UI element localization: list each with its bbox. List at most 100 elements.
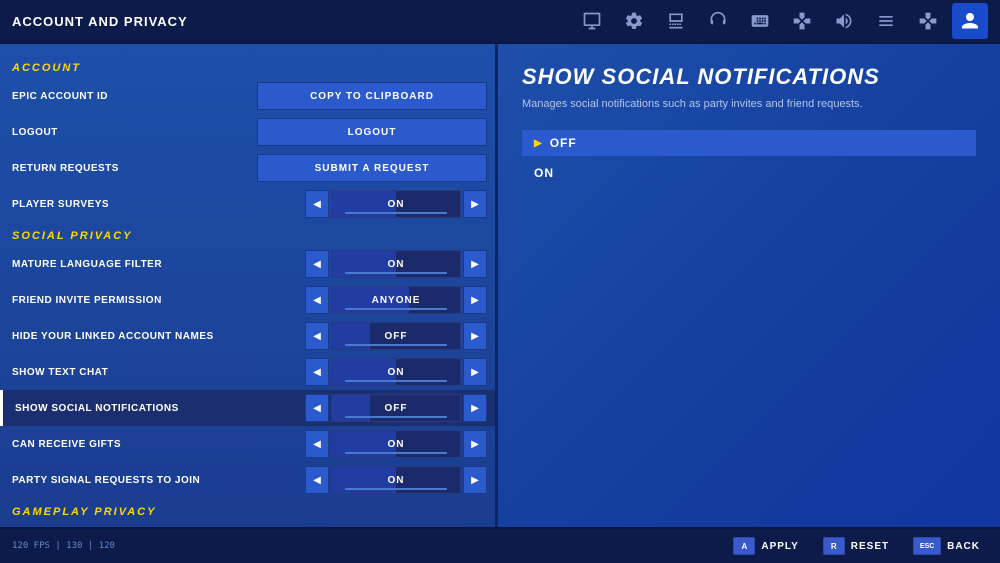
nav-icons: [574, 3, 988, 39]
headset-icon[interactable]: [700, 3, 736, 39]
logout-label: LOGOUT: [8, 127, 257, 138]
logout-control: LOGOUT: [257, 118, 487, 146]
party-signal-value: ON: [388, 475, 405, 486]
friend-invite-right[interactable]: ▶: [463, 286, 487, 314]
setting-row-epic-account-id[interactable]: EPIC ACCOUNT ID COPY TO CLIPBOARD: [0, 78, 495, 114]
submit-request-label: SUBMIT A REQUEST: [315, 163, 430, 174]
display-icon[interactable]: [658, 3, 694, 39]
setting-row-party-signal[interactable]: PARTY SIGNAL REQUESTS TO JOIN ◀ ON ▶: [0, 462, 495, 498]
detail-description: Manages social notifications such as par…: [522, 98, 976, 110]
hide-linked-right[interactable]: ▶: [463, 322, 487, 350]
show-text-chat-value: ON: [388, 367, 405, 378]
apply-label: APPLY: [761, 541, 798, 552]
show-career-left[interactable]: ◀: [305, 526, 329, 527]
friend-invite-value: ANYONE: [372, 295, 421, 306]
can-receive-gifts-right[interactable]: ▶: [463, 430, 487, 458]
setting-row-return-requests[interactable]: RETURN REQUESTS SUBMIT A REQUEST: [0, 150, 495, 186]
reset-key: R: [823, 537, 845, 555]
show-text-chat-right[interactable]: ▶: [463, 358, 487, 386]
setting-row-friend-invite[interactable]: FRIEND INVITE PERMISSION ◀ ANYONE ▶: [0, 282, 495, 318]
show-social-notifications-left[interactable]: ◀: [305, 394, 329, 422]
return-requests-label: RETURN REQUESTS: [8, 163, 257, 174]
player-surveys-label: PLAYER SURVEYS: [8, 199, 305, 210]
player-surveys-value: ON: [388, 199, 405, 210]
can-receive-gifts-left[interactable]: ◀: [305, 430, 329, 458]
show-social-notifications-label: SHOW SOCIAL NOTIFICATIONS: [11, 403, 305, 414]
party-signal-left[interactable]: ◀: [305, 466, 329, 494]
friend-invite-control: ◀ ANYONE ▶: [305, 286, 487, 314]
player-surveys-right[interactable]: ▶: [463, 190, 487, 218]
gear-icon[interactable]: [616, 3, 652, 39]
setting-row-mature-language[interactable]: MATURE LANGUAGE FILTER ◀ ON ▶: [0, 246, 495, 282]
option-on[interactable]: ON: [522, 160, 976, 186]
setting-row-player-surveys[interactable]: PLAYER SURVEYS ◀ ON ▶: [0, 186, 495, 222]
hide-linked-control: ◀ OFF ▶: [305, 322, 487, 350]
logout-button[interactable]: LOGOUT: [257, 118, 487, 146]
copy-clipboard-label: COPY TO CLIPBOARD: [310, 91, 434, 102]
submit-request-button[interactable]: SUBMIT A REQUEST: [257, 154, 487, 182]
show-career-right[interactable]: ▶: [463, 526, 487, 527]
setting-row-show-social-notifications[interactable]: SHOW SOCIAL NOTIFICATIONS ◀ OFF ▶: [0, 390, 495, 426]
back-label: BACK: [947, 541, 980, 552]
can-receive-gifts-value: ON: [388, 439, 405, 450]
controller-settings-icon[interactable]: [784, 3, 820, 39]
party-signal-control: ◀ ON ▶: [305, 466, 487, 494]
setting-row-can-receive-gifts[interactable]: CAN RECEIVE GIFTS ◀ ON ▶: [0, 426, 495, 462]
section-account-header: ACCOUNT: [0, 54, 495, 78]
apply-button[interactable]: A APPLY: [725, 533, 806, 559]
hide-linked-value-display: OFF: [331, 322, 461, 350]
person-icon[interactable]: [952, 3, 988, 39]
mature-language-label: MATURE LANGUAGE FILTER: [8, 259, 305, 270]
option-off[interactable]: ▶ OFF: [522, 130, 976, 156]
reset-label: RESET: [851, 541, 889, 552]
hide-linked-left[interactable]: ◀: [305, 322, 329, 350]
setting-row-show-career[interactable]: SHOW ON CAREER LEADERBOARD ◀ ON ▶: [0, 522, 495, 527]
party-signal-value-display: ON: [331, 466, 461, 494]
apply-key: A: [733, 537, 755, 555]
setting-row-show-text-chat[interactable]: SHOW TEXT CHAT ◀ ON ▶: [0, 354, 495, 390]
mature-language-control: ◀ ON ▶: [305, 250, 487, 278]
back-key: ESC: [913, 537, 941, 555]
option-on-label: ON: [534, 166, 554, 180]
fps-counter: 120 FPS | 130 | 120: [12, 541, 115, 551]
monitor-icon[interactable]: [574, 3, 610, 39]
player-surveys-value-display: ON: [331, 190, 461, 218]
party-signal-right[interactable]: ▶: [463, 466, 487, 494]
can-receive-gifts-value-display: ON: [331, 430, 461, 458]
reset-button[interactable]: R RESET: [815, 533, 897, 559]
show-career-control: ◀ ON ▶: [305, 526, 487, 527]
copy-clipboard-button[interactable]: COPY TO CLIPBOARD: [257, 82, 487, 110]
right-panel: SHOW SOCIAL NOTIFICATIONS Manages social…: [498, 44, 1000, 527]
show-social-notifications-control: ◀ OFF ▶: [305, 394, 487, 422]
mature-language-value: ON: [388, 259, 405, 270]
show-social-notifications-right[interactable]: ▶: [463, 394, 487, 422]
mature-language-value-display: ON: [331, 250, 461, 278]
show-text-chat-label: SHOW TEXT CHAT: [8, 367, 305, 378]
show-career-value-display: ON: [331, 526, 461, 527]
section-gameplay-privacy-header: GAMEPLAY PRIVACY: [0, 498, 495, 522]
friend-invite-label: FRIEND INVITE PERMISSION: [8, 295, 305, 306]
show-social-notifications-value: OFF: [385, 403, 408, 414]
show-text-chat-left[interactable]: ◀: [305, 358, 329, 386]
setting-row-hide-linked[interactable]: HIDE YOUR LINKED ACCOUNT NAMES ◀ OFF ▶: [0, 318, 495, 354]
gamepad-icon[interactable]: [910, 3, 946, 39]
section-social-privacy-header: SOCIAL PRIVACY: [0, 222, 495, 246]
epic-account-id-label: EPIC ACCOUNT ID: [8, 91, 257, 102]
hide-linked-label: HIDE YOUR LINKED ACCOUNT NAMES: [8, 331, 305, 342]
player-surveys-left[interactable]: ◀: [305, 190, 329, 218]
option-off-label: OFF: [550, 136, 577, 150]
speaker-icon[interactable]: [826, 3, 862, 39]
mature-language-left[interactable]: ◀: [305, 250, 329, 278]
keyboard-icon[interactable]: [742, 3, 778, 39]
party-signal-label: PARTY SIGNAL REQUESTS TO JOIN: [8, 475, 305, 486]
network-icon[interactable]: [868, 3, 904, 39]
epic-account-id-control: COPY TO CLIPBOARD: [257, 82, 487, 110]
can-receive-gifts-control: ◀ ON ▶: [305, 430, 487, 458]
setting-row-logout[interactable]: LOGOUT LOGOUT: [0, 114, 495, 150]
option-off-arrow: ▶: [534, 138, 542, 149]
friend-invite-left[interactable]: ◀: [305, 286, 329, 314]
back-button[interactable]: ESC BACK: [905, 533, 988, 559]
mature-language-right[interactable]: ▶: [463, 250, 487, 278]
show-social-notifications-value-display: OFF: [331, 394, 461, 422]
friend-invite-value-display: ANYONE: [331, 286, 461, 314]
